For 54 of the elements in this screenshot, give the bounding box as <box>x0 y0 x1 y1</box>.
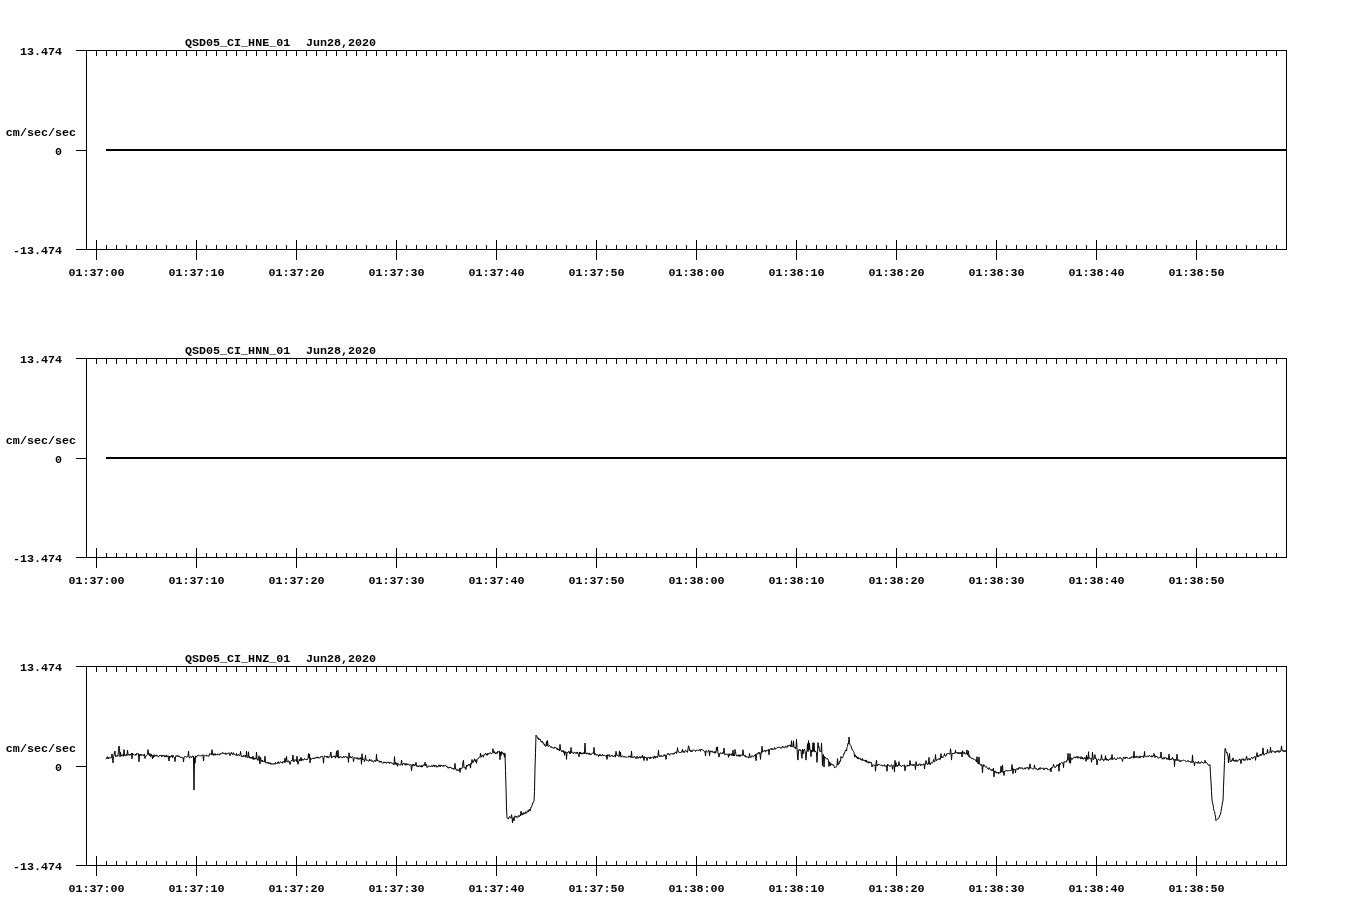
x-tick-label: 01:38:10 <box>768 265 825 280</box>
y-tick-label: -13.474 <box>12 244 62 258</box>
x-tick-label: 01:37:10 <box>168 881 225 896</box>
x-tick-label: 01:37:00 <box>68 573 125 588</box>
y-tick-label: 13.474 <box>19 661 62 675</box>
x-tick-label: 01:38:50 <box>1168 265 1225 280</box>
x-tick-label: 01:38:20 <box>868 573 925 588</box>
x-tick-label: 01:37:40 <box>468 265 525 280</box>
x-tick-label: 01:37:10 <box>168 265 225 280</box>
channel-title: QSD05_CI_HNN_01 <box>185 343 291 358</box>
x-tick-label: 01:37:50 <box>568 573 625 588</box>
x-tick-label: 01:37:50 <box>568 881 625 896</box>
date-label: Jun28,2020 <box>306 35 377 50</box>
x-tick-label: 01:38:20 <box>868 881 925 896</box>
date-label: Jun28,2020 <box>306 651 377 666</box>
y-tick-label: -13.474 <box>12 552 62 566</box>
channel-title: QSD05_CI_HNE_01 <box>185 35 291 50</box>
x-tick-label: 01:37:00 <box>68 881 125 896</box>
channel-title: QSD05_CI_HNZ_01 <box>185 651 291 666</box>
x-tick-label: 01:38:00 <box>668 265 725 280</box>
x-tick-label: 01:38:50 <box>1168 573 1225 588</box>
x-tick-label: 01:37:30 <box>368 881 425 896</box>
x-tick-label: 01:38:30 <box>968 881 1025 896</box>
x-tick-label: 01:37:00 <box>68 265 125 280</box>
x-tick-label: 01:37:40 <box>468 573 525 588</box>
y-tick-label: 13.474 <box>19 353 62 367</box>
x-tick-label: 01:38:50 <box>1168 881 1225 896</box>
x-tick-label: 01:38:40 <box>1068 573 1125 588</box>
x-tick-label: 01:37:10 <box>168 573 225 588</box>
x-tick-label: 01:38:00 <box>668 881 725 896</box>
x-tick-label: 01:37:20 <box>268 881 325 896</box>
x-tick-label: 01:38:00 <box>668 573 725 588</box>
y-tick-label: 0 <box>55 760 62 775</box>
x-tick-label: 01:38:40 <box>1068 881 1125 896</box>
x-tick-label: 01:37:50 <box>568 265 625 280</box>
unit-label: cm/sec/sec <box>5 434 76 448</box>
x-tick-label: 01:38:40 <box>1068 265 1125 280</box>
x-tick-label: 01:38:10 <box>768 573 825 588</box>
x-tick-label: 01:37:30 <box>368 573 425 588</box>
unit-label: cm/sec/sec <box>5 742 76 756</box>
x-tick-label: 01:37:40 <box>468 881 525 896</box>
x-tick-label: 01:38:30 <box>968 573 1025 588</box>
x-tick-label: 01:38:10 <box>768 881 825 896</box>
y-tick-label: 13.474 <box>19 45 62 59</box>
y-tick-label: -13.474 <box>12 860 62 874</box>
date-label: Jun28,2020 <box>306 343 377 358</box>
x-tick-label: 01:37:30 <box>368 265 425 280</box>
x-tick-label: 01:37:20 <box>268 573 325 588</box>
y-tick-label: 0 <box>55 144 62 159</box>
x-tick-label: 01:37:20 <box>268 265 325 280</box>
x-tick-label: 01:38:20 <box>868 265 925 280</box>
unit-label: cm/sec/sec <box>5 126 76 140</box>
y-tick-label: 0 <box>55 452 62 467</box>
x-tick-label: 01:38:30 <box>968 265 1025 280</box>
